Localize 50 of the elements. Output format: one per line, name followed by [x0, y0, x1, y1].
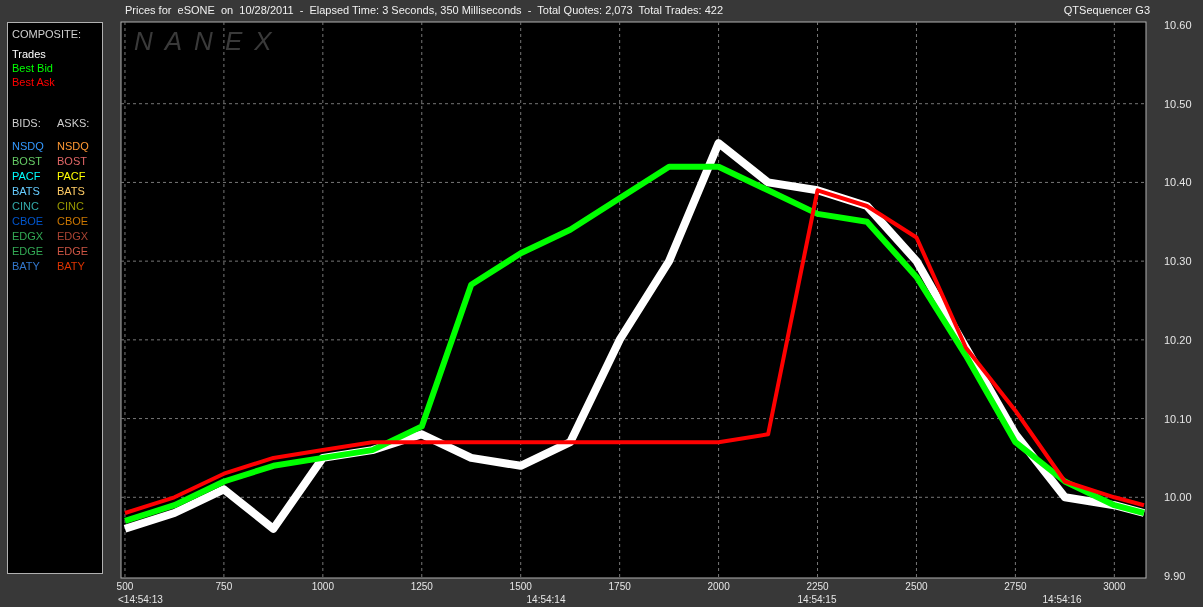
axis-label: 10.10 [1164, 412, 1192, 425]
app-name: QTSequencer G3 [1063, 4, 1150, 16]
legend-item: PACF [57, 169, 87, 184]
axis-label: 1500 [509, 581, 532, 592]
axis-label: 3000 [1103, 581, 1126, 592]
legend-item: EDGX [12, 229, 45, 244]
legend-item: CBOE [57, 214, 90, 229]
axis-label: 500 [116, 581, 134, 592]
legend-item: BATY [57, 259, 86, 274]
legend-heading: ASKS: [57, 116, 91, 131]
legend-item: BOST [12, 154, 43, 169]
legend-item: EDGE [57, 244, 90, 259]
legend-item: PACF [12, 169, 42, 184]
axis-label: 9.90 [1164, 570, 1186, 582]
legend-item: NSDQ [57, 139, 90, 154]
logo: NANEX [134, 26, 284, 56]
legend-item: Best Bid [12, 62, 54, 74]
axis-label: 2000 [707, 581, 730, 592]
legend-item: CBOE [12, 214, 45, 229]
axis-label: 10.60 [1164, 20, 1192, 31]
legend-item: CINC [12, 199, 40, 214]
legend-item: BOST [57, 154, 88, 169]
legend-item: Trades [12, 48, 47, 60]
axis-label: 750 [215, 581, 233, 592]
legend-item: EDGX [57, 229, 90, 244]
time-label: 14:54:15 [797, 594, 837, 605]
legend-item: BATS [57, 184, 86, 199]
legend-item: Best Ask [12, 76, 56, 88]
axis-label: 10.00 [1164, 491, 1192, 504]
axis-label: 1250 [410, 581, 433, 592]
axis-label: 10.20 [1164, 333, 1192, 346]
legend-item: EDGE [12, 244, 45, 259]
time-label: 14:54:14 [526, 594, 566, 605]
legend-item: CINC [57, 199, 85, 214]
axis-label: 10.50 [1164, 97, 1192, 110]
axis-label: 10.40 [1164, 176, 1192, 189]
axis-label: 1000 [311, 581, 334, 592]
axis-label: 2250 [806, 581, 829, 592]
time-label: 14:54:16 [1042, 594, 1082, 605]
legend-heading: COMPOSITE: [12, 28, 83, 40]
legend-item: BATY [12, 259, 41, 274]
time-label: <14:54:13 [118, 594, 163, 605]
axis-label: 2750 [1004, 581, 1027, 592]
chart-title: Prices for eSONE on 10/28/2011 - Elapsed Time: 3 Seconds, 350 Milliseconds - Total Quotes: 2,073 Total Trades: 422 [125, 4, 723, 16]
legend-item: BATS [12, 184, 41, 199]
axis-label: 10.30 [1164, 255, 1192, 268]
axis-label: 1750 [608, 581, 631, 592]
legend-heading: BIDS: [12, 116, 42, 131]
axis-label: 2500 [905, 581, 928, 592]
legend-item: NSDQ [12, 139, 45, 154]
